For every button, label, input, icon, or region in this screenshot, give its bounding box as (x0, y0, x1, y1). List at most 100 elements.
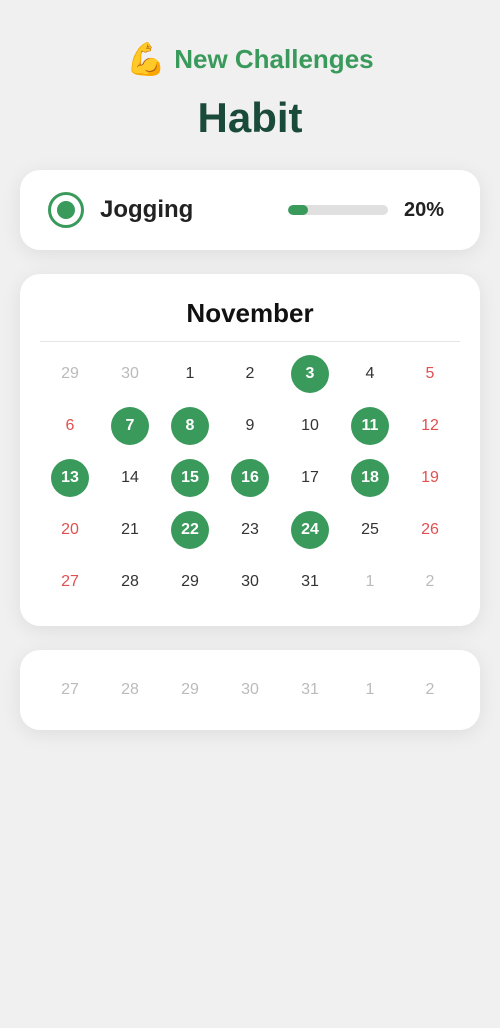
calendar-cell-wrap: 1 (160, 350, 220, 398)
calendar-day[interactable]: 3 (291, 355, 329, 393)
calendar-cell-wrap: 21 (100, 506, 160, 554)
calendar-cell-wrap: 22 (160, 506, 220, 554)
habit-radio-inner (57, 201, 75, 219)
calendar-day[interactable]: 9 (246, 404, 255, 448)
calendar-day[interactable]: 1 (186, 352, 195, 396)
calendar-day[interactable]: 15 (171, 459, 209, 497)
calendar-day[interactable]: 24 (291, 511, 329, 549)
calendar-cell-wrap: 25 (340, 506, 400, 554)
calendar-card: November 2930123456789101112131415161718… (20, 274, 480, 626)
calendar-cell-wrap: 29 (40, 350, 100, 398)
progress-bar-fill (288, 205, 308, 215)
calendar-cell-wrap: 11 (340, 402, 400, 450)
calendar-cell-wrap: 30 (100, 350, 160, 398)
calendar-cell-wrap: 27 (40, 558, 100, 606)
calendar-day[interactable]: 23 (241, 508, 259, 552)
header: 💪 New Challenges (126, 40, 373, 78)
calendar-cell-wrap: 7 (100, 402, 160, 450)
calendar-day[interactable]: 4 (366, 352, 375, 396)
calendar-day[interactable]: 29 (61, 352, 79, 396)
calendar-cell-wrap: 3 (280, 350, 340, 398)
calendar-day[interactable]: 27 (61, 560, 79, 604)
calendar-day[interactable]: 21 (121, 508, 139, 552)
calendar-day[interactable]: 8 (171, 407, 209, 445)
calendar-cell-wrap: 2 (400, 558, 460, 606)
calendar-day[interactable]: 12 (421, 404, 439, 448)
calendar-day[interactable]: 10 (301, 404, 319, 448)
calendar-cell-wrap: 5 (400, 350, 460, 398)
calendar-cell-wrap: 12 (400, 402, 460, 450)
calendar-cell-wrap: 1 (340, 558, 400, 606)
calendar-day[interactable]: 7 (111, 407, 149, 445)
calendar-peek-grid: 27 28 29 30 31 1 2 (40, 666, 460, 714)
calendar-peek-cell-wrap: 27 (40, 666, 100, 714)
calendar-cell-wrap: 15 (160, 454, 220, 502)
habit-card[interactable]: Jogging 20% (20, 170, 480, 250)
calendar-cell-wrap: 30 (220, 558, 280, 606)
calendar-peek-cell-wrap: 1 (340, 666, 400, 714)
calendar-day[interactable]: 5 (426, 352, 435, 396)
calendar-cell-wrap: 29 (160, 558, 220, 606)
calendar-day[interactable]: 13 (51, 459, 89, 497)
calendar-day[interactable]: 16 (231, 459, 269, 497)
calendar-cell-wrap: 4 (340, 350, 400, 398)
calendar-cell-wrap: 28 (100, 558, 160, 606)
calendar-cell-wrap: 2 (220, 350, 280, 398)
calendar-day[interactable]: 31 (301, 560, 319, 604)
calendar-peek-cell-wrap: 2 (400, 666, 460, 714)
calendar-cell-wrap: 8 (160, 402, 220, 450)
calendar-peek-day[interactable]: 30 (241, 668, 259, 712)
calendar-cell-wrap: 31 (280, 558, 340, 606)
habit-name: Jogging (100, 196, 272, 224)
calendar-day[interactable]: 14 (121, 456, 139, 500)
calendar-cell-wrap: 23 (220, 506, 280, 554)
calendar-cell-wrap: 19 (400, 454, 460, 502)
calendar-peek-day[interactable]: 28 (121, 668, 139, 712)
calendar-day[interactable]: 6 (66, 404, 75, 448)
calendar-peek-day[interactable]: 27 (61, 668, 79, 712)
calendar-peek-day[interactable]: 2 (426, 668, 435, 712)
calendar-cell-wrap: 20 (40, 506, 100, 554)
calendar-day[interactable]: 19 (421, 456, 439, 500)
calendar-day[interactable]: 29 (181, 560, 199, 604)
calendar-cell-wrap: 13 (40, 454, 100, 502)
calendar-day[interactable]: 1 (366, 560, 375, 604)
calendar-day[interactable]: 26 (421, 508, 439, 552)
calendar-day[interactable]: 17 (301, 456, 319, 500)
calendar-day[interactable]: 18 (351, 459, 389, 497)
calendar-grid: 2930123456789101112131415161718192021222… (40, 350, 460, 606)
calendar-peek-cell-wrap: 30 (220, 666, 280, 714)
calendar-day[interactable]: 22 (171, 511, 209, 549)
calendar-cell-wrap: 26 (400, 506, 460, 554)
calendar-cell-wrap: 16 (220, 454, 280, 502)
calendar-day[interactable]: 20 (61, 508, 79, 552)
calendar-cell-wrap: 9 (220, 402, 280, 450)
calendar-cell-wrap: 10 (280, 402, 340, 450)
calendar-cell-wrap: 17 (280, 454, 340, 502)
progress-bar-container (288, 205, 388, 215)
calendar-divider (40, 341, 460, 342)
calendar-peek-cell-wrap: 28 (100, 666, 160, 714)
calendar-day[interactable]: 11 (351, 407, 389, 445)
calendar-peek-day[interactable]: 31 (301, 668, 319, 712)
muscle-icon: 💪 (126, 40, 166, 78)
calendar-peek-day[interactable]: 1 (366, 668, 375, 712)
calendar-day[interactable]: 2 (426, 560, 435, 604)
calendar-cell-wrap: 24 (280, 506, 340, 554)
page-title: Habit (198, 94, 303, 142)
calendar-peek-card: 27 28 29 30 31 1 2 (20, 650, 480, 730)
calendar-peek-cell-wrap: 31 (280, 666, 340, 714)
calendar-day[interactable]: 30 (241, 560, 259, 604)
calendar-day[interactable]: 28 (121, 560, 139, 604)
calendar-day[interactable]: 30 (121, 352, 139, 396)
calendar-day[interactable]: 25 (361, 508, 379, 552)
habit-percent: 20% (404, 199, 452, 222)
calendar-cell-wrap: 14 (100, 454, 160, 502)
habit-radio[interactable] (48, 192, 84, 228)
calendar-month: November (40, 298, 460, 329)
calendar-peek-cell-wrap: 29 (160, 666, 220, 714)
calendar-cell-wrap: 6 (40, 402, 100, 450)
calendar-peek-day[interactable]: 29 (181, 668, 199, 712)
calendar-cell-wrap: 18 (340, 454, 400, 502)
calendar-day[interactable]: 2 (246, 352, 255, 396)
